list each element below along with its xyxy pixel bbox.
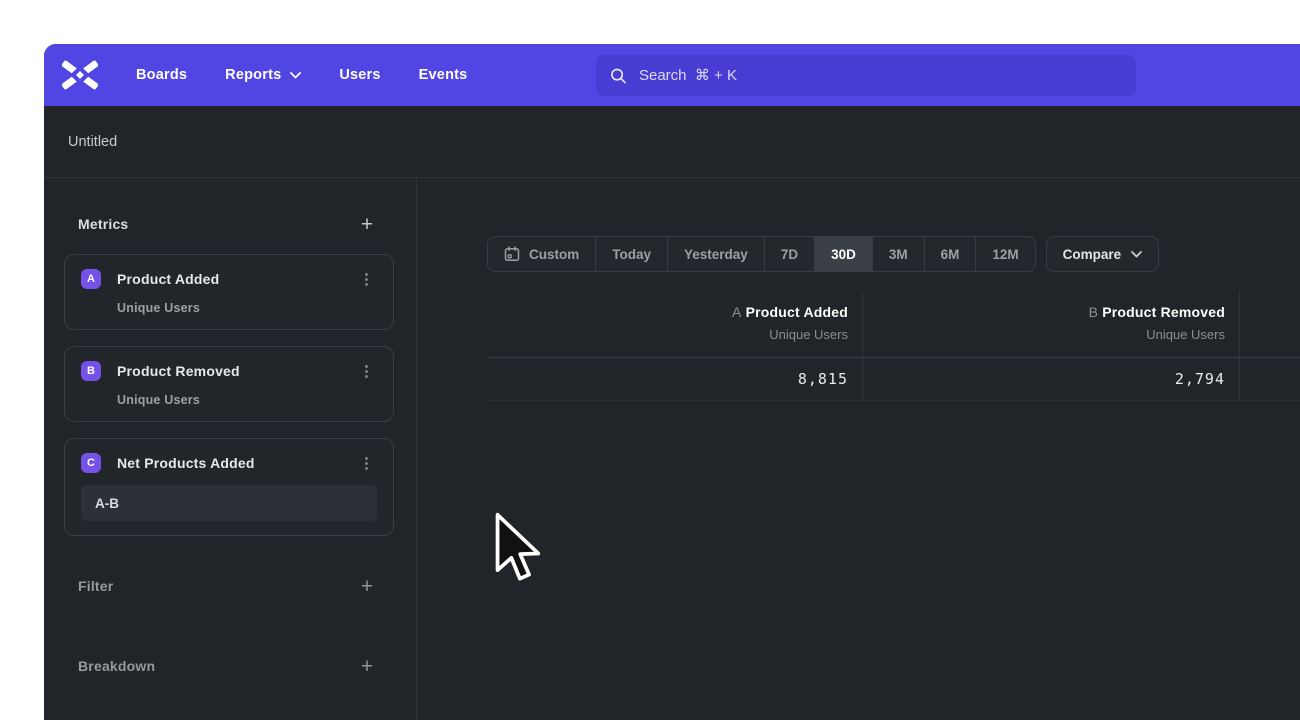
metric-card-a[interactable]: A Product Added ⋮ Unique Users [64, 254, 394, 330]
filter-section-label: Filter [78, 578, 113, 594]
nav-item-label: Events [419, 67, 468, 83]
tab-7d[interactable]: 7D [764, 237, 814, 271]
doc-header: Untitled [44, 106, 1300, 178]
metric-card-b[interactable]: B Product Removed ⋮ Unique Users [64, 346, 394, 422]
nav-item-label: Boards [136, 67, 187, 83]
metric-kebab-menu-icon[interactable]: ⋮ [356, 364, 377, 379]
tab-label: 30D [831, 247, 856, 262]
add-filter-button[interactable]: + [356, 576, 378, 597]
metrics-sidebar: Metrics + A Product Added ⋮ Unique Users… [44, 178, 417, 720]
metric-kebab-menu-icon[interactable]: ⋮ [356, 272, 377, 287]
metric-letter-badge: C [81, 453, 101, 473]
metric-letter-badge: A [81, 269, 101, 289]
search-bar[interactable] [596, 55, 1136, 96]
chevron-down-icon [1131, 251, 1142, 258]
tab-today[interactable]: Today [595, 237, 667, 271]
nav-item-label: Reports [225, 67, 281, 83]
metric-name: Product Added [117, 271, 219, 287]
nav-item-users[interactable]: Users [339, 67, 380, 83]
metric-name: Net Products Added [117, 455, 255, 471]
compare-label: Compare [1063, 247, 1122, 262]
tab-label: 3M [889, 247, 908, 262]
report-main: Custom Today Yesterday 7D 30D 3M 6M 12M … [417, 178, 1300, 720]
metrics-section-label: Metrics [78, 216, 128, 232]
add-breakdown-button[interactable]: + [356, 656, 378, 677]
nav-item-boards[interactable]: Boards [136, 67, 187, 83]
search-icon [610, 67, 627, 85]
add-metric-button[interactable]: + [356, 214, 378, 235]
tab-label: Yesterday [684, 247, 748, 262]
date-toolbar: Custom Today Yesterday 7D 30D 3M 6M 12M … [487, 236, 1300, 272]
tab-6m[interactable]: 6M [924, 237, 976, 271]
date-range-segmented-control: Custom Today Yesterday 7D 30D 3M 6M 12M [487, 236, 1036, 272]
top-navbar: Boards Reports Users Events [44, 44, 1300, 106]
value-cell-b[interactable]: 2,794 [863, 358, 1240, 401]
column-header-empty [1240, 291, 1300, 358]
metric-measurement[interactable]: Unique Users [117, 301, 377, 315]
column-subtitle: Unique Users [487, 327, 848, 342]
column-name: Product Added [746, 304, 848, 320]
metric-kebab-menu-icon[interactable]: ⋮ [356, 456, 377, 471]
nav-items: Boards Reports Users Events [136, 67, 467, 83]
mixpanel-logo-icon[interactable] [62, 58, 98, 92]
calendar-icon [504, 246, 520, 262]
formula-input[interactable]: A-B [81, 485, 377, 521]
breakdown-section-label: Breakdown [78, 658, 155, 674]
chevron-down-icon [290, 72, 301, 79]
metric-name: Product Removed [117, 363, 240, 379]
tab-label: Custom [529, 247, 579, 262]
app-window: Boards Reports Users Events Untitled [44, 44, 1300, 720]
tab-label: 12M [992, 247, 1018, 262]
doc-title[interactable]: Untitled [68, 134, 117, 150]
breakdown-section-header: Breakdown + [44, 652, 416, 680]
tab-label: 7D [781, 247, 798, 262]
column-letter: A [732, 304, 742, 320]
tab-label: 6M [941, 247, 960, 262]
column-header-a[interactable]: AProduct Added Unique Users [487, 291, 863, 358]
column-subtitle: Unique Users [863, 327, 1225, 342]
column-header-b[interactable]: BProduct Removed Unique Users [863, 291, 1240, 358]
column-letter: B [1089, 304, 1099, 320]
column-name: Product Removed [1102, 304, 1225, 320]
metric-letter-badge: B [81, 361, 101, 381]
metric-card-c[interactable]: C Net Products Added ⋮ A-B [64, 438, 394, 536]
value-cell-empty [1240, 358, 1300, 401]
tab-3m[interactable]: 3M [872, 237, 924, 271]
value-cell-a[interactable]: 8,815 [487, 358, 863, 401]
tab-custom[interactable]: Custom [488, 237, 595, 271]
nav-item-events[interactable]: Events [419, 67, 468, 83]
filter-section-header: Filter + [44, 572, 416, 600]
search-input[interactable] [639, 67, 1122, 84]
metrics-section-header: Metrics + [44, 210, 416, 238]
compare-button[interactable]: Compare [1046, 236, 1160, 272]
nav-item-reports[interactable]: Reports [225, 67, 301, 83]
tab-yesterday[interactable]: Yesterday [667, 237, 764, 271]
metric-measurement[interactable]: Unique Users [117, 393, 377, 407]
tab-30d-selected[interactable]: 30D [814, 237, 872, 271]
tab-12m[interactable]: 12M [975, 237, 1034, 271]
tab-label: Today [612, 247, 651, 262]
results-table: AProduct Added Unique Users BProduct Rem… [487, 291, 1300, 401]
nav-item-label: Users [339, 67, 380, 83]
